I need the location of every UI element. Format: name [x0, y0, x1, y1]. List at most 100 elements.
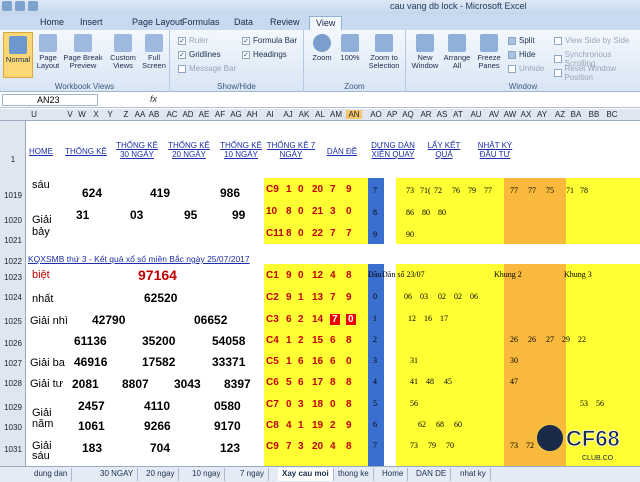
- yellow-cell[interactable]: 13: [312, 292, 323, 303]
- reset-window-position-button[interactable]: Reset Window Position: [554, 64, 640, 82]
- yellow-cell[interactable]: C9: [266, 441, 279, 452]
- yellow-cell[interactable]: 6: [298, 356, 304, 367]
- sheet-tab[interactable]: thong ke: [334, 468, 374, 481]
- nhat-ky-link[interactable]: NHẬT KÝ ĐẦU TƯ: [470, 141, 520, 159]
- row-header[interactable]: 1023: [0, 273, 26, 282]
- yellow-cell[interactable]: 5: [286, 377, 292, 388]
- sheet-tab[interactable]: nhat ky: [456, 468, 491, 481]
- sheet-tab[interactable]: Home: [378, 468, 409, 481]
- column-header[interactable]: AJ: [280, 110, 296, 119]
- row-header[interactable]: 1022: [0, 257, 26, 266]
- yellow-cell[interactable]: 21: [312, 206, 323, 217]
- column-header[interactable]: AB: [146, 110, 162, 119]
- column-header[interactable]: AI: [262, 110, 278, 119]
- yellow-cell[interactable]: 6: [330, 335, 336, 346]
- thong-ke-link[interactable]: THỐNG KÊ: [62, 147, 110, 156]
- yellow-cell[interactable]: 8: [346, 270, 352, 281]
- row-header[interactable]: 1019: [0, 191, 26, 200]
- yellow-cell[interactable]: 1: [286, 335, 292, 346]
- column-header[interactable]: AU: [468, 110, 484, 119]
- yellow-cell[interactable]: 0: [298, 270, 304, 281]
- data-cell[interactable]: 31: [410, 356, 418, 365]
- yellow-cell[interactable]: 8: [286, 206, 292, 217]
- gridlines-checkbox[interactable]: Gridlines: [178, 50, 221, 59]
- split-button[interactable]: Split: [508, 36, 535, 45]
- yellow-cell[interactable]: 6: [330, 356, 336, 367]
- message-bar-checkbox[interactable]: Message Bar: [178, 64, 236, 73]
- yellow-cell[interactable]: 22: [312, 228, 323, 239]
- yellow-cell[interactable]: 8: [286, 228, 292, 239]
- data-cell[interactable]: 77: [528, 186, 536, 195]
- yellow-cell[interactable]: 9: [346, 420, 352, 431]
- yellow-cell[interactable]: 0: [330, 399, 336, 410]
- custom-views-button[interactable]: Custom Views: [108, 34, 138, 70]
- row-header[interactable]: 1031: [0, 445, 26, 454]
- column-header[interactable]: AV: [486, 110, 502, 119]
- yellow-cell[interactable]: 9: [286, 292, 292, 303]
- tab-insert[interactable]: Insert: [74, 16, 109, 30]
- yellow-cell[interactable]: 3: [298, 399, 304, 410]
- row-header[interactable]: 1029: [0, 403, 26, 412]
- column-header[interactable]: AT: [450, 110, 466, 119]
- data-cell[interactable]: 02: [438, 292, 446, 301]
- kq-title-link[interactable]: KQXSMB thứ 3 - Kết quả xổ số miền Bắc ng…: [28, 255, 250, 264]
- an-cell[interactable]: 7: [373, 186, 377, 195]
- data-cell[interactable]: 70: [446, 441, 454, 450]
- data-cell[interactable]: 73: [410, 441, 418, 450]
- row-header[interactable]: 1027: [0, 359, 26, 368]
- zoom-100-button[interactable]: 100%: [338, 34, 362, 62]
- thong-ke-30-link[interactable]: THỐNG KÊ 30 NGÀY: [112, 141, 162, 159]
- data-cell[interactable]: Khung 2: [494, 270, 522, 279]
- column-header[interactable]: AE: [196, 110, 212, 119]
- view-side-by-side-button[interactable]: View Side by Side: [554, 36, 629, 45]
- yellow-cell[interactable]: 7: [286, 441, 292, 452]
- sheet-tab[interactable]: 10 ngay: [188, 468, 226, 481]
- data-cell[interactable]: 62: [418, 420, 426, 429]
- column-header[interactable]: BC: [604, 110, 620, 119]
- yellow-cell[interactable]: 0: [286, 399, 292, 410]
- data-cell[interactable]: 56: [596, 399, 604, 408]
- an-cell[interactable]: 4: [373, 377, 377, 386]
- sheet-tab[interactable]: dung dan: [30, 468, 73, 481]
- normal-view-button[interactable]: Normal: [3, 32, 33, 78]
- data-cell[interactable]: 77: [510, 186, 518, 195]
- zoom-to-selection-button[interactable]: Zoom to Selection: [364, 34, 404, 70]
- row-header[interactable]: 1025: [0, 317, 26, 326]
- page-break-preview-button[interactable]: Page Break Preview: [63, 34, 103, 70]
- an-cell[interactable]: 3: [373, 356, 377, 365]
- page-layout-view-button[interactable]: Page Layout: [35, 34, 61, 70]
- yellow-cell[interactable]: 0: [298, 206, 304, 217]
- yellow-cell[interactable]: 20: [312, 441, 323, 452]
- data-cell[interactable]: 41: [410, 377, 418, 386]
- data-cell[interactable]: 73: [406, 186, 414, 195]
- yellow-cell[interactable]: 16: [312, 356, 323, 367]
- yellow-cell[interactable]: C3: [266, 314, 279, 325]
- data-cell[interactable]: 80: [422, 208, 430, 217]
- yellow-cell[interactable]: 7: [346, 228, 352, 239]
- yellow-cell[interactable]: 8: [346, 335, 352, 346]
- data-cell[interactable]: 77: [484, 186, 492, 195]
- yellow-cell[interactable]: 9: [346, 184, 352, 195]
- home-link[interactable]: HOME: [26, 147, 56, 156]
- data-cell[interactable]: 06: [404, 292, 412, 301]
- column-header[interactable]: AG: [228, 110, 244, 119]
- column-header[interactable]: AP: [384, 110, 400, 119]
- data-cell[interactable]: 30: [510, 356, 518, 365]
- tab-data[interactable]: Data: [228, 16, 259, 30]
- yellow-cell[interactable]: 0: [298, 184, 304, 195]
- data-cell[interactable]: Khung 3: [564, 270, 592, 279]
- yellow-cell[interactable]: 14: [312, 314, 323, 325]
- yellow-cell[interactable]: 18: [312, 399, 323, 410]
- column-header[interactable]: AN: [346, 110, 362, 119]
- yellow-cell[interactable]: C2: [266, 292, 279, 303]
- ruler-checkbox[interactable]: Ruler: [178, 36, 208, 45]
- zoom-button[interactable]: Zoom: [308, 34, 336, 62]
- an-cell[interactable]: 1: [373, 314, 377, 323]
- save-icon[interactable]: [15, 1, 25, 11]
- data-cell[interactable]: 75: [546, 186, 554, 195]
- data-cell[interactable]: 78: [580, 186, 588, 195]
- data-cell[interactable]: 56: [410, 399, 418, 408]
- column-header[interactable]: AC: [164, 110, 180, 119]
- arrange-all-button[interactable]: Arrange All: [442, 34, 472, 70]
- yellow-cell[interactable]: 2: [298, 335, 304, 346]
